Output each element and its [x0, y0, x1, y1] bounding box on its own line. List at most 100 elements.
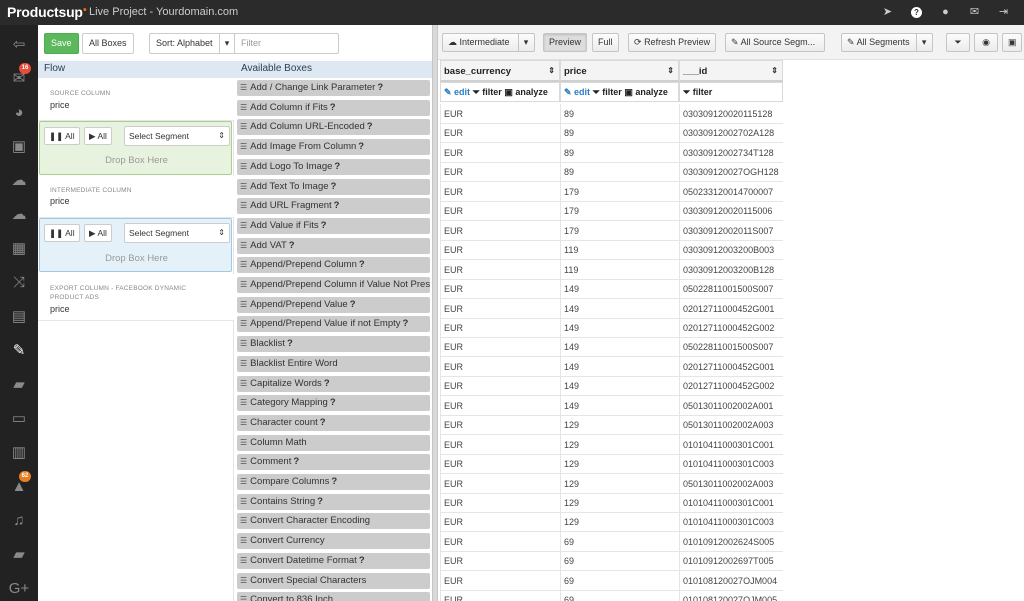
help-icon[interactable]: ?	[334, 161, 340, 172]
sort-icon[interactable]: ⇕	[548, 66, 555, 75]
analyze-link[interactable]: ▣ analyze	[504, 87, 548, 97]
play-all-button[interactable]: ▶ All	[84, 224, 112, 242]
edit-link[interactable]: ✎ edit	[564, 87, 590, 97]
available-box-item[interactable]: ☰ Blacklist Entire Word	[237, 355, 430, 372]
productsup-logo[interactable]: Productsup●	[7, 4, 87, 20]
help-icon[interactable]: ?	[287, 338, 293, 349]
warning-icon[interactable]: ▲ 62	[0, 471, 38, 499]
filter-link[interactable]: ⏷ filter	[473, 87, 502, 97]
analyze-link[interactable]: ▣ analyze	[624, 87, 668, 97]
stage-dropdown[interactable]: ☁ Intermediate ▾	[442, 33, 535, 52]
available-box-item[interactable]: ☰ Add Column URL-Encoded?	[237, 119, 430, 136]
help-icon[interactable]: ?	[324, 378, 330, 389]
available-box-item[interactable]: ☰ Blacklist?	[237, 336, 430, 353]
help-icon[interactable]: ?	[359, 555, 365, 566]
full-mode-button[interactable]: Full	[592, 33, 619, 52]
book-icon[interactable]: ▰	[0, 373, 38, 397]
help-icon[interactable]: ?	[331, 181, 337, 192]
user-icon[interactable]: ●	[931, 4, 960, 21]
available-box-item[interactable]: ☰ Convert Special Characters	[237, 572, 430, 589]
available-box-item[interactable]: ☰ Add / Change Link Parameter?	[237, 80, 430, 96]
back-arrow-icon[interactable]: ⇦	[0, 33, 38, 57]
help-icon[interactable]: ?	[289, 240, 295, 251]
help-icon[interactable]: ?	[321, 220, 327, 231]
available-box-item[interactable]: ☰ Append/Prepend Column?	[237, 257, 430, 274]
available-box-item[interactable]: ☰ Add Logo To Image?	[237, 158, 430, 175]
cloud-download-icon[interactable]: ☁	[0, 169, 38, 193]
available-box-item[interactable]: ☰ Add Column if Fits?	[237, 99, 430, 116]
intermediate-drop-zone[interactable]: ❚❚ All ▶ All Select Segment ⇕ Drop Box He…	[39, 218, 232, 272]
available-box-item[interactable]: ☰ Compare Columns?	[237, 474, 430, 490]
eye-icon[interactable]: ◉	[974, 33, 998, 52]
column-header[interactable]: base_currency ⇕	[440, 60, 560, 82]
help-icon[interactable]: ?	[377, 82, 383, 93]
help-icon[interactable]: ?	[320, 417, 326, 428]
shuffle-icon[interactable]: ⤨	[0, 271, 38, 295]
available-box-item[interactable]: ☰ Add Value if Fits?	[237, 217, 430, 234]
logout-icon[interactable]: ⇥	[989, 4, 1018, 21]
table-icon[interactable]: ▤	[0, 305, 38, 329]
pencil-icon[interactable]: ✎	[0, 339, 38, 363]
camera-icon[interactable]: ▣	[1002, 33, 1022, 52]
bell-icon[interactable]: ♫	[0, 509, 38, 533]
inbox-icon[interactable]: ✉ 16	[0, 63, 38, 91]
filter-link[interactable]: ⏷ filter	[683, 87, 712, 97]
help-icon[interactable]: ?	[330, 397, 336, 408]
pause-all-button[interactable]: ❚❚ All	[44, 127, 80, 145]
available-box-item[interactable]: ☰ Category Mapping?	[237, 395, 430, 412]
source-drop-zone[interactable]: ❚❚ All ▶ All Select Segment ⇕ Drop Box He…	[39, 121, 232, 175]
dashboard-icon[interactable]: ◕	[0, 101, 38, 125]
available-box-item[interactable]: ☰ Comment?	[237, 454, 430, 471]
sort-dropdown[interactable]: Sort: Alphabet ▾	[149, 33, 236, 54]
help-icon[interactable]: ?	[902, 4, 931, 21]
boxes-filter-input[interactable]: Filter	[234, 33, 339, 54]
preview-mode-button[interactable]: Preview	[543, 33, 588, 52]
pause-all-button[interactable]: ❚❚ All	[44, 224, 80, 242]
available-box-item[interactable]: ☰ Convert Currency	[237, 533, 430, 550]
help-icon[interactable]: ?	[293, 456, 299, 467]
available-box-item[interactable]: ☰ Contains String?	[237, 493, 430, 510]
sort-icon[interactable]: ⇕	[771, 66, 778, 75]
available-box-item[interactable]: ☰ Convert to 836 Inch	[237, 592, 430, 601]
cloud-upload-icon[interactable]: ☁	[0, 203, 38, 227]
edit-link[interactable]: ✎ edit	[444, 87, 470, 97]
help-icon[interactable]: ?	[403, 318, 409, 329]
available-box-item[interactable]: ☰ Capitalize Words?	[237, 375, 430, 392]
google-plus-icon[interactable]: G+	[0, 577, 38, 601]
available-box-item[interactable]: ☰ Add URL Fragment?	[237, 198, 430, 215]
available-box-item[interactable]: ☰ Column Math	[237, 434, 430, 451]
help-icon[interactable]: ?	[317, 496, 323, 507]
available-box-item[interactable]: ☰ Append/Prepend Value?	[237, 296, 430, 313]
available-box-item[interactable]: ☰ Append/Prepend Column if Value Not Pres…	[237, 277, 430, 293]
help-icon[interactable]: ?	[334, 200, 340, 211]
play-all-button[interactable]: ▶ All	[84, 127, 112, 145]
save-button[interactable]: Save	[44, 33, 79, 54]
source-segments-dropdown[interactable]: ✎ All Source Segm...	[725, 33, 825, 52]
available-box-item[interactable]: ☰ Append/Prepend Value if not Empty?	[237, 316, 430, 333]
filter-icon[interactable]: ⏷	[946, 33, 970, 52]
sort-icon[interactable]: ⇕	[667, 66, 674, 75]
money-icon[interactable]: ▭	[0, 407, 38, 431]
available-box-item[interactable]: ☰ Character count?	[237, 414, 430, 431]
help-icon[interactable]: ?	[350, 299, 356, 310]
all-boxes-dropdown[interactable]: All Boxes	[82, 33, 134, 54]
lock-icon[interactable]: ▣	[0, 135, 38, 159]
available-box-item[interactable]: ☰ Add Image From Column?	[237, 139, 430, 156]
help-icon[interactable]: ?	[331, 476, 337, 487]
refresh-preview-button[interactable]: ⟳ Refresh Preview	[628, 33, 717, 52]
location-arrow-icon[interactable]: ➤	[873, 4, 902, 21]
frame-icon[interactable]: ▦	[0, 237, 38, 261]
help-icon[interactable]: ?	[367, 121, 373, 132]
mail-icon[interactable]: ✉	[960, 4, 989, 21]
docs-icon[interactable]: ▰	[0, 543, 38, 567]
help-icon[interactable]: ?	[359, 259, 365, 270]
column-header[interactable]: price ⇕	[560, 60, 679, 82]
segment-select[interactable]: Select Segment ⇕	[124, 223, 230, 243]
available-box-item[interactable]: ☰ Add Text To Image?	[237, 178, 430, 195]
available-box-item[interactable]: ☰ Convert Character Encoding	[237, 513, 430, 530]
available-box-item[interactable]: ☰ Convert Datetime Format?	[237, 552, 430, 569]
help-icon[interactable]: ?	[358, 141, 364, 152]
available-box-item[interactable]: ☰ Add VAT?	[237, 237, 430, 254]
help-icon[interactable]: ?	[330, 102, 336, 113]
filter-link[interactable]: ⏷ filter	[593, 87, 622, 97]
